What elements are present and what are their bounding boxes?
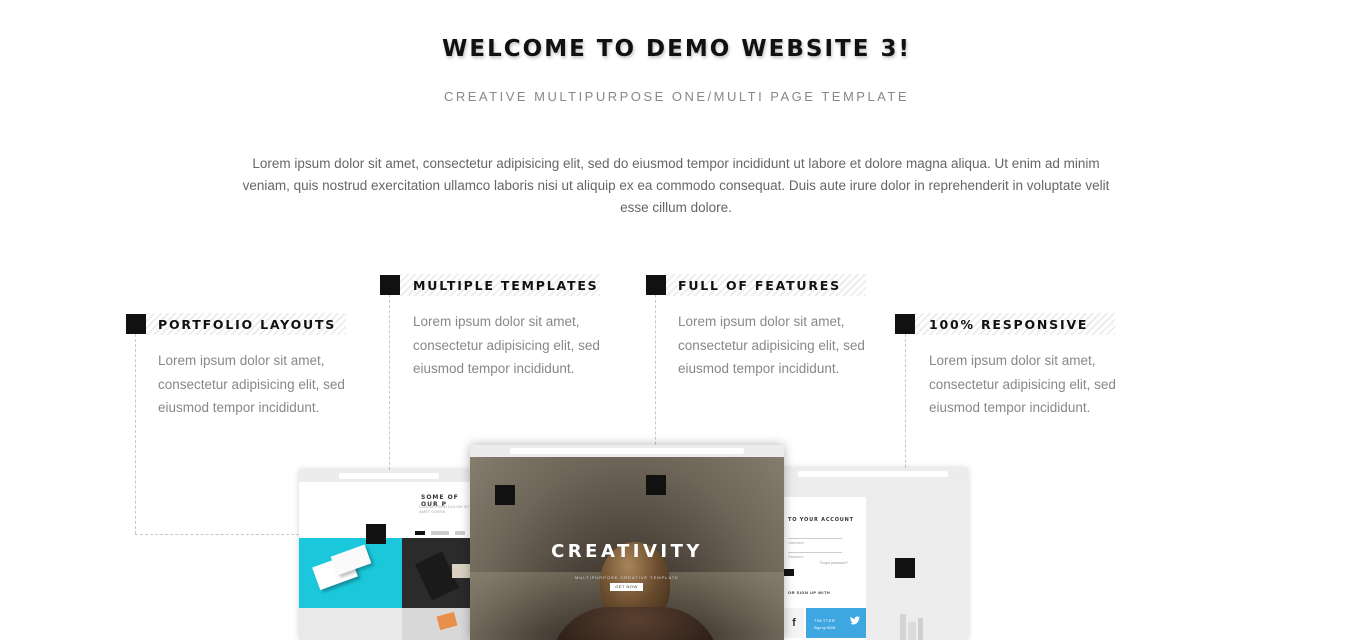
browser-mockup-login: TO YOUR ACCOUNT Username Password Forgot…: [778, 468, 968, 640]
username-field: Username: [788, 531, 842, 545]
browser-mockup-hero: CREATIVITY MULTIPURPOSE CREATIVE TEMPLAT…: [470, 445, 784, 640]
password-field: Password: [788, 545, 842, 559]
facebook-icon: f: [784, 608, 804, 638]
login-heading: TO YOUR ACCOUNT: [788, 517, 854, 523]
login-card: TO YOUR ACCOUNT Username Password Forgot…: [784, 497, 866, 640]
portfolio-page-preview: SOME OF OUR P LOREM IPSUM DOLOR SIT AMET…: [299, 482, 479, 640]
login-page-preview: TO YOUR ACCOUNT Username Password Forgot…: [778, 480, 968, 640]
password-placeholder: Password: [788, 555, 804, 559]
address-bar: [798, 471, 948, 477]
business-cards-tile: [299, 538, 402, 608]
hero-subtitle: MULTIPURPOSE CREATIVE TEMPLATE: [575, 575, 679, 580]
twitter-sub: Sign up NOW: [814, 626, 836, 630]
feature-square-marker: [895, 314, 915, 334]
page-title: WELCOME TO DEMO WEBSITE 3!: [442, 36, 911, 62]
feature-description: Lorem ipsum dolor sit amet, consectetur …: [678, 314, 865, 376]
feature-square-marker: [380, 275, 400, 295]
hero-image: CREATIVITY MULTIPURPOSE CREATIVE TEMPLAT…: [470, 457, 784, 640]
feature-title: MULTIPLE TEMPLATES: [413, 278, 599, 293]
social-signup-label: OR SIGN UP WITH: [788, 590, 831, 595]
feature-title: PORTFOLIO LAYOUTS: [158, 317, 337, 332]
login-button: [784, 569, 794, 576]
feature-description: Lorem ipsum dolor sit amet, consectetur …: [413, 314, 600, 376]
portfolio-connector-marker: [366, 524, 386, 544]
paper-tile: [299, 608, 402, 640]
twitter-signup-button: TWITTER Sign up NOW: [806, 608, 866, 638]
intro-paragraph: Lorem ipsum dolor sit amet, consectetur …: [242, 156, 1110, 215]
browser-mockup-portfolio: SOME OF OUR P LOREM IPSUM DOLOR SIT AMET…: [299, 470, 479, 640]
stationery-tile: [402, 538, 479, 608]
feature-title: FULL OF FEATURES: [678, 278, 841, 293]
features-connector-marker: [646, 475, 666, 495]
twitter-label: TWITTER: [814, 618, 836, 623]
address-bar: [510, 448, 744, 454]
feature-square-marker: [126, 314, 146, 334]
connector-line-portfolio-vertical: [135, 334, 136, 534]
feature-title: 100% RESPONSIVE: [929, 317, 1089, 332]
feature-description: Lorem ipsum dolor sit amet, consectetur …: [929, 353, 1116, 415]
cards-tile: [402, 608, 479, 640]
forgot-password-link: Forgot password?: [820, 561, 849, 565]
page-subtitle: CREATIVE MULTIPURPOSE ONE/MULTI PAGE TEM…: [443, 89, 909, 104]
address-bar: [339, 473, 439, 479]
responsive-connector-marker: [895, 558, 915, 578]
feature-square-marker: [646, 275, 666, 295]
twitter-bird-icon: [850, 614, 860, 628]
hero-title: CREATIVITY: [551, 541, 703, 562]
feature-description: Lorem ipsum dolor sit amet, consectetur …: [158, 353, 345, 415]
hero-button: GET NOW: [610, 583, 643, 591]
connector-line-templates-vertical: [389, 295, 390, 495]
templates-connector-marker: [495, 485, 515, 505]
